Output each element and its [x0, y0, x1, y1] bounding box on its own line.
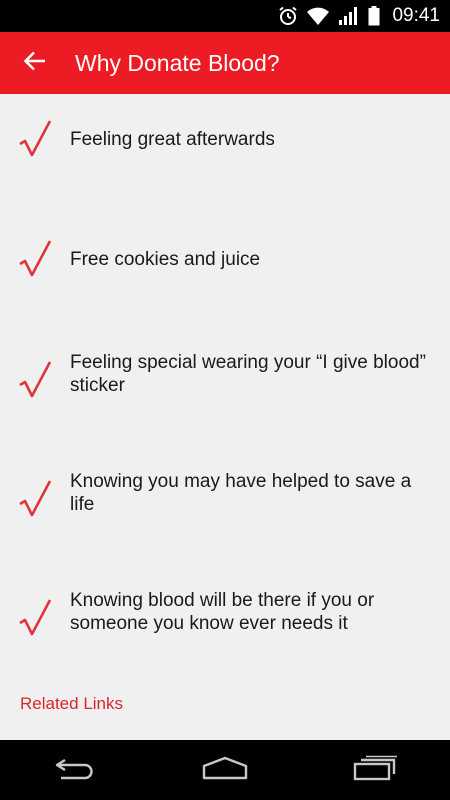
check-icon — [19, 599, 52, 636]
battery-icon — [368, 6, 380, 26]
check-icon — [19, 120, 52, 157]
signal-icon — [338, 6, 360, 26]
reason-text: Feeling great afterwards — [70, 129, 275, 150]
reason-text: Free cookies and juice — [70, 249, 261, 270]
nav-recents-icon — [353, 755, 397, 785]
check-icon — [19, 480, 52, 517]
related-links-link[interactable]: Related Links — [20, 694, 123, 714]
page-title: Why Donate Blood? — [75, 49, 280, 76]
back-button[interactable] — [0, 32, 70, 94]
alarm-icon — [278, 6, 298, 26]
check-icon — [19, 240, 52, 277]
nav-home-icon — [201, 756, 249, 784]
back-arrow-icon — [23, 49, 47, 77]
reason-text: Feeling special wearing your “I give blo… — [70, 352, 426, 396]
list-item: Knowing blood will be there if you or so… — [0, 590, 450, 641]
nav-home-button[interactable] — [175, 740, 275, 800]
status-icons: 09:41 — [278, 0, 440, 32]
app-bar: Why Donate Blood? — [0, 32, 450, 94]
status-bar: 09:41 — [0, 0, 450, 32]
status-time: 09:41 — [392, 5, 440, 26]
navigation-bar — [0, 740, 450, 800]
nav-back-icon — [53, 756, 97, 784]
list-item: Feeling special wearing your “I give blo… — [0, 352, 450, 403]
list-item: Free cookies and juice — [0, 238, 450, 282]
nav-back-button[interactable] — [25, 740, 125, 800]
nav-recents-button[interactable] — [325, 740, 425, 800]
reason-text: Knowing blood will be there if you or so… — [70, 590, 375, 634]
reason-text: Knowing you may have helped to save a li… — [70, 471, 412, 515]
screen: 09:41 Why Donate Blood? Feeling great af… — [0, 0, 450, 800]
reasons-list: Feeling great afterwards Free cookies an… — [0, 94, 450, 740]
check-icon — [19, 361, 52, 398]
list-item: Knowing you may have helped to save a li… — [0, 471, 450, 522]
wifi-icon — [306, 6, 330, 26]
list-item: Feeling great afterwards — [0, 118, 450, 162]
